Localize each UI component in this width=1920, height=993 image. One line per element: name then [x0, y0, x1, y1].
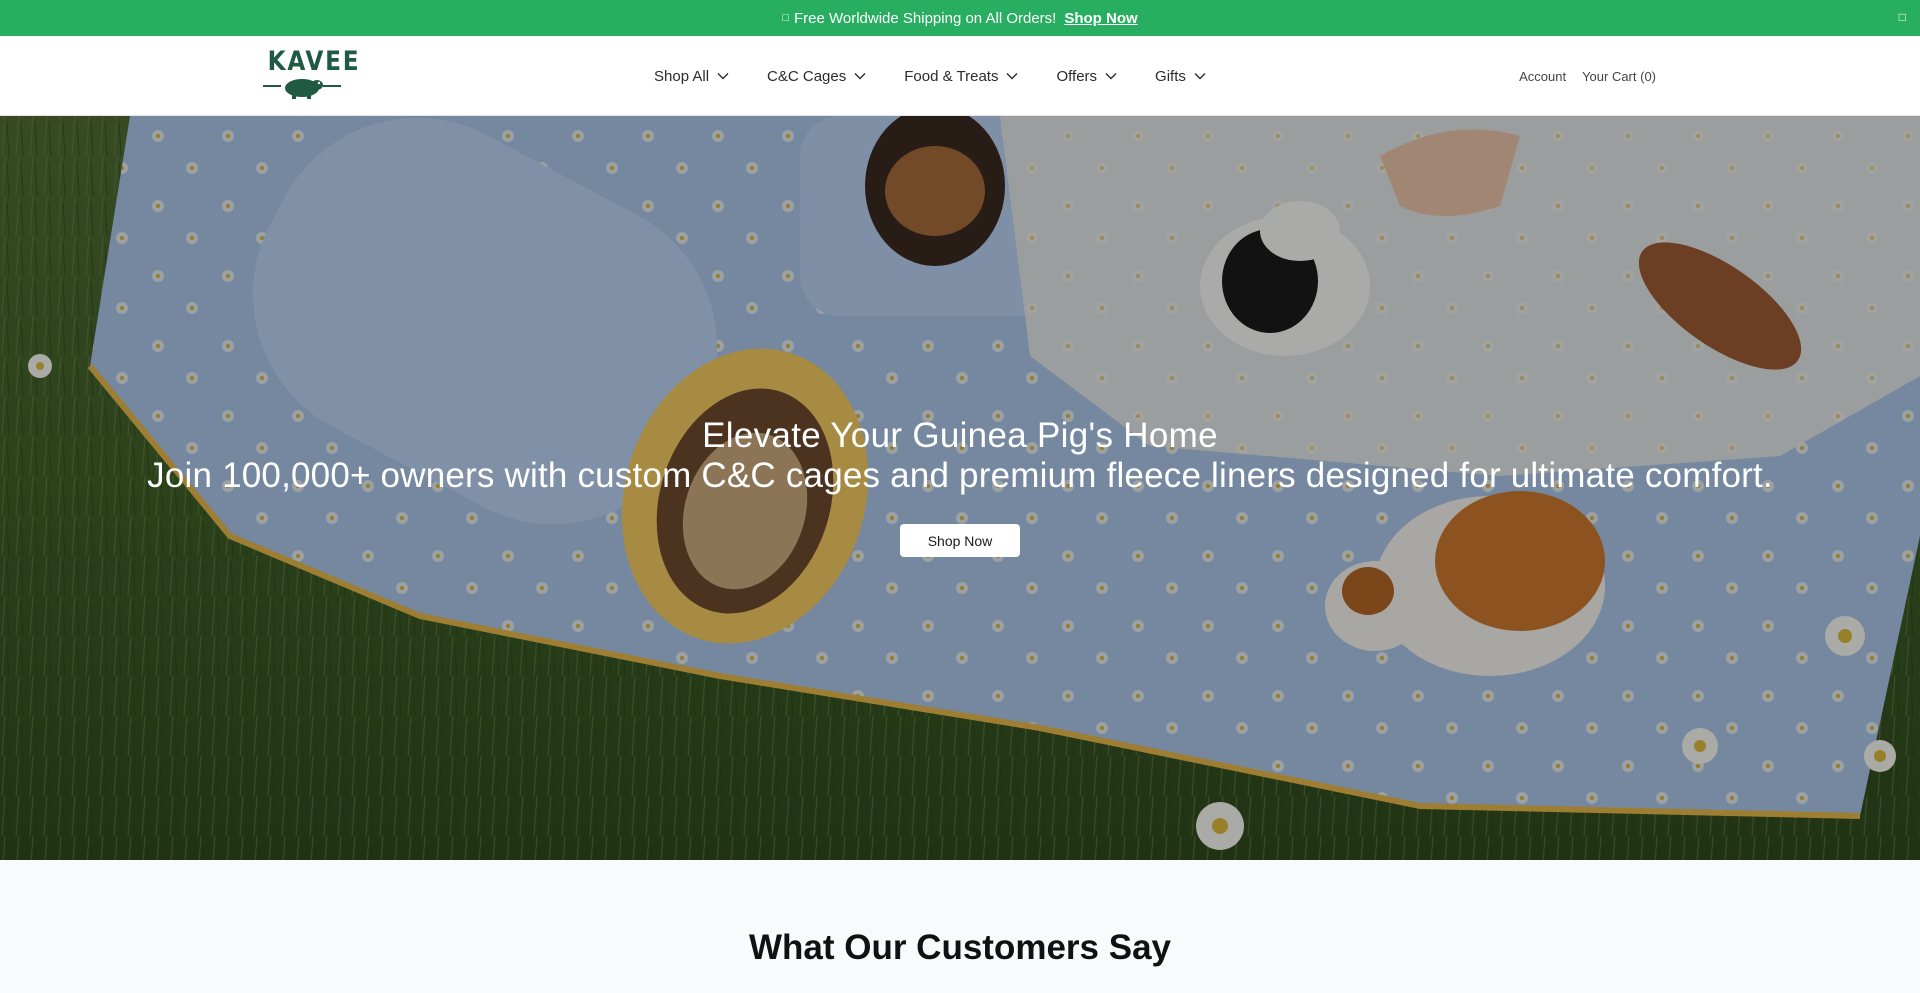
hero-banner: Elevate Your Guinea Pig's Home Join 100,… — [0, 116, 1920, 860]
nav-food-treats[interactable]: Food & Treats — [904, 68, 1018, 85]
nav-shop-all[interactable]: Shop All — [654, 68, 729, 85]
chevron-down-icon — [854, 72, 866, 80]
nav-gifts[interactable]: Gifts — [1155, 68, 1206, 85]
chevron-down-icon — [1006, 72, 1018, 80]
chevron-down-icon — [1194, 72, 1206, 80]
cart-link[interactable]: Your Cart (0) — [1582, 69, 1656, 84]
announcement-bar: □ Free Worldwide Shipping on All Orders!… — [0, 0, 1920, 36]
hero-shop-now-button[interactable]: Shop Now — [900, 524, 1020, 557]
testimonials-section: What Our Customers Say — [0, 860, 1920, 993]
nav-offers-label: Offers — [1056, 67, 1098, 85]
hero-subtitle: Join 100,000+ owners with custom C&C cag… — [147, 456, 1773, 495]
account-link[interactable]: Account — [1519, 69, 1566, 84]
nav-shop-all-label: Shop All — [654, 67, 710, 85]
chevron-down-icon — [1105, 72, 1117, 80]
main-nav: Shop All C&C Cages Food & Treats Offers … — [654, 36, 1206, 116]
nav-cc-cages-label: C&C Cages — [767, 67, 847, 85]
hero-title: Elevate Your Guinea Pig's Home — [702, 416, 1218, 455]
nav-cc-cages[interactable]: C&C Cages — [767, 68, 866, 85]
guinea-pig-icon — [263, 79, 341, 99]
nav-food-treats-label: Food & Treats — [904, 67, 999, 85]
logo-text: KAVEE — [267, 46, 361, 77]
announcement-shop-now-link[interactable]: Shop Now — [1064, 10, 1137, 27]
nav-gifts-label: Gifts — [1155, 67, 1186, 85]
announcement-text: Free Worldwide Shipping on All Orders! — [793, 9, 1057, 27]
announcement-icon: □ — [782, 12, 789, 24]
chevron-down-icon — [717, 72, 729, 80]
nav-offers[interactable]: Offers — [1056, 68, 1117, 85]
testimonials-heading: What Our Customers Say — [748, 928, 1172, 967]
site-header: KAVEE Shop All C&C Cages Food & Treats O… — [0, 36, 1920, 116]
header-actions: Account Your Cart (0) — [1519, 36, 1656, 116]
logo[interactable]: KAVEE — [262, 46, 361, 102]
close-icon[interactable]: □ — [1899, 10, 1906, 24]
